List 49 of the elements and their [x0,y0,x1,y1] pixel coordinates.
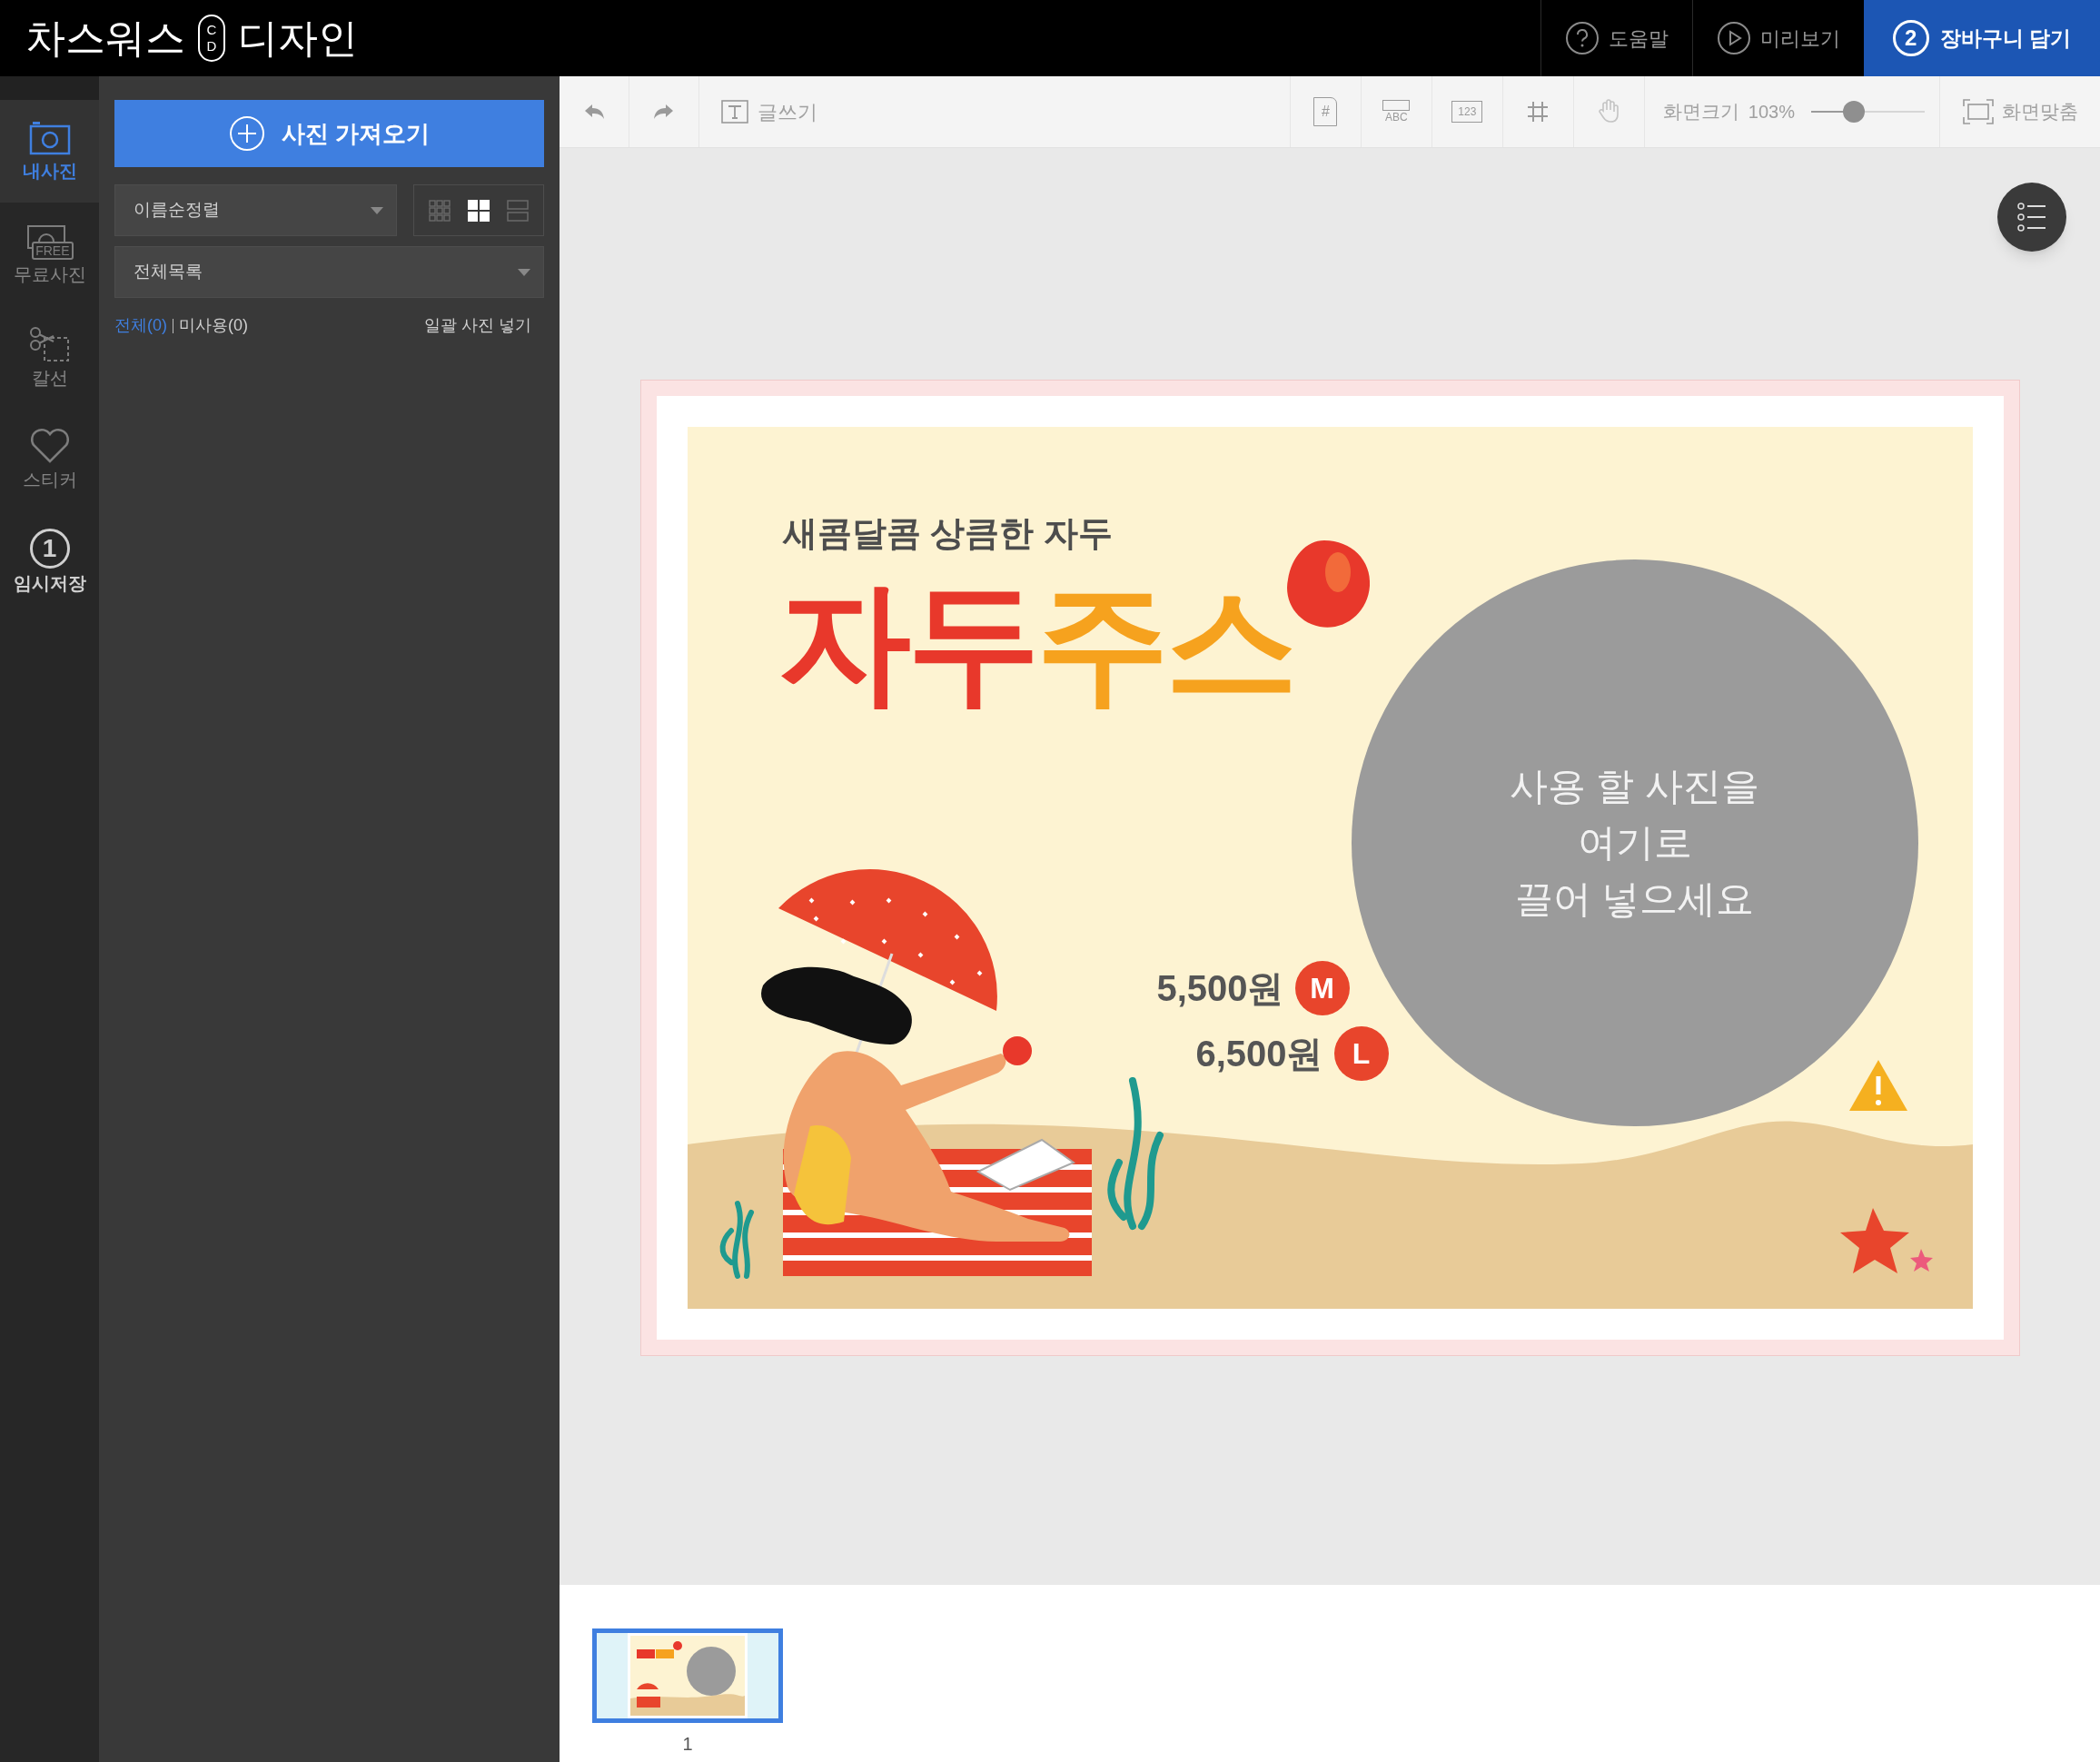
zoom-value: 103% [1748,101,1795,124]
step-number: 2 [1892,20,1929,56]
play-icon [1717,21,1751,55]
logo-mark: C D [198,15,225,62]
size-label: M [1294,961,1350,1015]
add-to-cart-button[interactable]: 2 장바구니 담기 [1864,0,2100,76]
filter-link[interactable]: 미사용(0) [179,313,248,338]
warning-icon [1848,1060,1907,1111]
sidebar-item[interactable]: 1 임시저장 [0,510,99,613]
toolbar-button[interactable]: # [1289,76,1361,147]
text-box-icon [719,98,750,125]
price-text: 6,500원 [1195,1035,1323,1072]
price-text: 5,500원 [1156,970,1284,1006]
bulk-insert-link[interactable]: 일괄 사진 넣기 [424,313,531,338]
step-number: 1 [29,529,70,569]
sidebar-item[interactable]: 칼선 [0,305,99,408]
size-label: L [1333,1026,1389,1081]
page-thumbnail[interactable] [592,1628,783,1723]
slider-thumb[interactable] [1843,101,1866,123]
fit-screen-button[interactable]: 화면맞춤 [1939,76,2100,147]
toolbar-button[interactable]: 123 [1431,76,1502,147]
layers-menu-button[interactable] [1997,183,2066,252]
design-title: 주스 [1035,577,1294,709]
zoom-label: 화면크기 [1662,100,1739,124]
help-icon [1565,21,1600,55]
page-number: 1 [682,1733,693,1756]
import-photo-button[interactable]: 사진 가져오기 [114,100,544,167]
fit-screen-icon [1962,98,1995,125]
caret-icon [371,206,383,214]
filter-link[interactable]: 전체(0) [114,313,167,338]
page-number-icon: # [1313,97,1338,126]
drop-hint: 사용 할 사진을 여기로 끌어 넣으세요 [1509,764,1760,922]
camera-icon [27,120,72,156]
sidebar-item[interactable]: FREE 무료사진 [0,203,99,305]
toolbar-button[interactable]: ABC [1360,76,1431,147]
sidebar-item[interactable]: 스티커 [0,408,99,510]
sort-dropdown[interactable]: 이름순정렬 [114,184,397,236]
text-tool-button[interactable]: 글쓰기 [699,76,837,147]
plus-icon [228,115,265,152]
design-subtitle: 새콤달콤 상큼한 자두 [782,516,1113,550]
caret-icon [518,268,530,276]
number-icon: 123 [1451,101,1483,123]
zoom-slider[interactable] [1811,101,1925,123]
filter-dropdown[interactable]: 전체목록 [114,246,544,298]
list-icon [2016,202,2047,233]
sidebar-item[interactable]: 내사진 [0,100,99,203]
brand-name: 차스워스 [25,18,185,58]
design-title: 자두 [778,577,1036,709]
brand-product: 디자인 [238,18,358,58]
